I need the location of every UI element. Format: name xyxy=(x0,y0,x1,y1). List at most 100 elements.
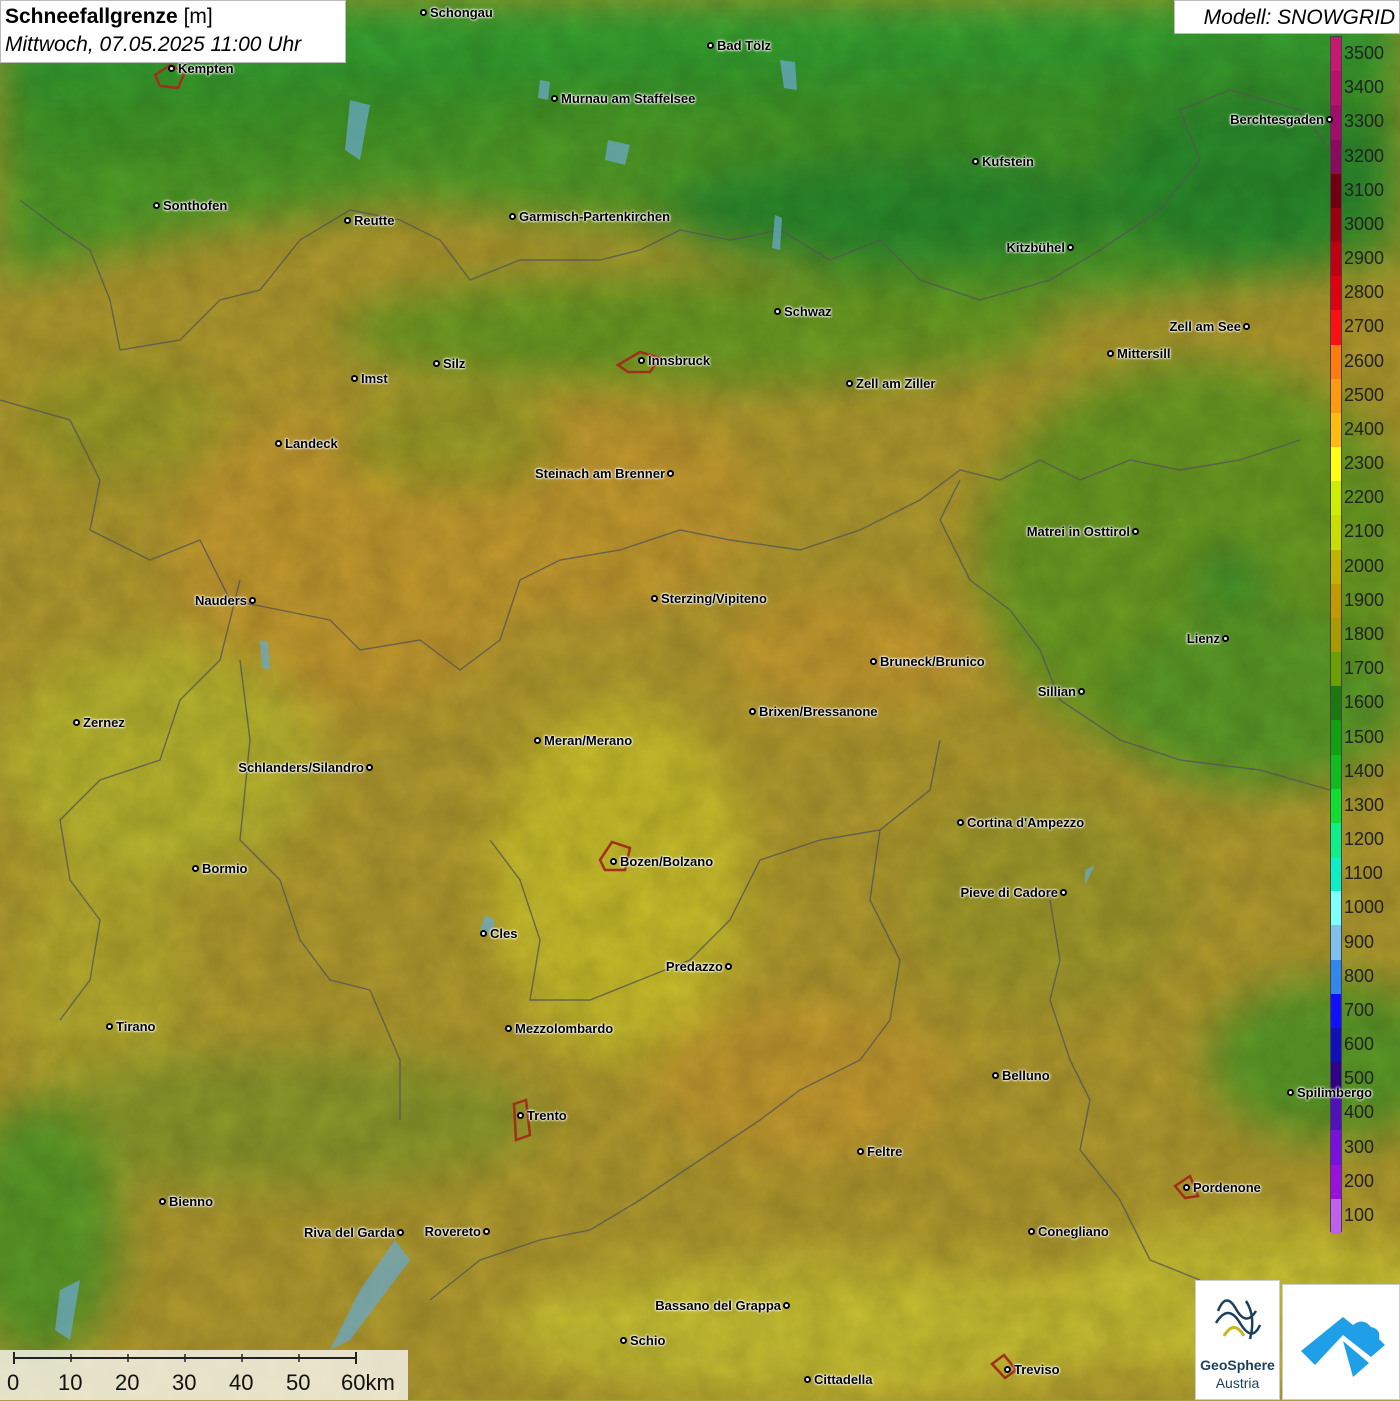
city-marker xyxy=(707,42,714,49)
city-marker xyxy=(480,930,487,937)
legend-label: 3300 xyxy=(1344,111,1385,132)
legend-label: 600 xyxy=(1344,1034,1375,1055)
scale-bar: 0 10 20 30 40 50 60km xyxy=(0,1350,408,1400)
geosphere-emblem-icon xyxy=(1214,1299,1262,1340)
city-label: Predazzo xyxy=(665,959,723,974)
city-label: Cles xyxy=(490,926,518,941)
city-label: Schongau xyxy=(430,5,493,20)
city-marker xyxy=(168,65,175,72)
legend-swatch xyxy=(1331,652,1341,688)
city-marker xyxy=(1107,350,1114,357)
legend-swatch xyxy=(1331,583,1341,619)
city-label: Mittersill xyxy=(1117,346,1171,361)
city-marker xyxy=(344,217,351,224)
city-marker xyxy=(1222,635,1229,642)
legend-label: 1200 xyxy=(1344,829,1385,850)
city-marker xyxy=(957,819,964,826)
scale-label-50: 50 xyxy=(286,1370,311,1395)
scale-label-60km: 60km xyxy=(341,1370,395,1395)
scale-label-40: 40 xyxy=(229,1370,254,1395)
city-label: Bruneck/Brunico xyxy=(880,654,985,669)
city-marker xyxy=(1132,528,1139,535)
legend-swatch xyxy=(1331,788,1341,824)
model-label: Modell: SNOWGRID xyxy=(1174,0,1400,34)
city-marker xyxy=(1060,889,1067,896)
city-label: Feltre xyxy=(867,1144,903,1159)
legend-label: 3200 xyxy=(1344,145,1385,166)
city-marker xyxy=(610,858,617,865)
city-marker xyxy=(351,375,358,382)
city-marker xyxy=(517,1112,524,1119)
city-marker xyxy=(153,202,160,209)
legend-label: 2000 xyxy=(1344,555,1385,576)
city-marker xyxy=(774,308,781,315)
city-label: Riva del Garda xyxy=(303,1225,395,1240)
city-marker xyxy=(483,1228,490,1235)
city-marker xyxy=(106,1023,113,1030)
city-label: Lienz xyxy=(1186,631,1220,646)
legend-swatch xyxy=(1331,1130,1341,1166)
logo-text-geosphere: GeoSphere xyxy=(1200,1357,1275,1373)
city-label: Bassano del Grappa xyxy=(655,1298,781,1313)
city-label: Matrei in Osttirol xyxy=(1026,524,1130,539)
variable-unit: [m] xyxy=(183,5,213,28)
city-label: Landeck xyxy=(285,436,338,451)
legend-swatch xyxy=(1331,1164,1341,1200)
city-label: Schio xyxy=(630,1333,666,1348)
legend-label: 3100 xyxy=(1344,179,1385,200)
city-marker xyxy=(804,1376,811,1383)
city-marker xyxy=(159,1198,166,1205)
city-label: Sonthofen xyxy=(163,198,228,213)
map-title-box: Schneefallgrenze [m] Mittwoch, 07.05.202… xyxy=(0,0,346,63)
legend-swatch xyxy=(1331,993,1341,1029)
city-marker xyxy=(1287,1089,1294,1096)
weather-app-logo[interactable] xyxy=(1282,1284,1400,1400)
legend-swatch xyxy=(1331,481,1341,517)
legend-swatch xyxy=(1331,925,1341,961)
color-legend: 3500 3400 3300 3200 3100 3000 2900 2800 2700 2600… xyxy=(1328,36,1400,1234)
city-label: Kitzbühel xyxy=(1006,240,1066,255)
legend-label: 1300 xyxy=(1344,794,1385,815)
scale-label-20: 20 xyxy=(115,1370,140,1395)
legend-label: 400 xyxy=(1344,1102,1375,1123)
legend-label: 100 xyxy=(1344,1204,1375,1225)
legend-swatch xyxy=(1331,310,1341,346)
city-label: Zernez xyxy=(83,715,125,730)
city-label: Zell am See xyxy=(1169,319,1241,334)
city-label: Pordenone xyxy=(1193,1180,1261,1195)
city-marker xyxy=(1243,323,1250,330)
forecast-datetime: Mittwoch, 07.05.2025 11:00 Uhr xyxy=(5,33,302,56)
city-label: Steinach am Brenner xyxy=(534,466,665,481)
city-label: Garmisch-Partenkirchen xyxy=(519,209,671,224)
legend-label: 900 xyxy=(1344,931,1375,952)
city-marker xyxy=(972,158,979,165)
city-marker xyxy=(846,380,853,387)
legend-label: 2200 xyxy=(1344,487,1385,508)
legend-color-bar xyxy=(1330,36,1342,1234)
geosphere-austria-logo[interactable]: GeoSphere Austria xyxy=(1195,1280,1280,1400)
city-label: Imst xyxy=(361,371,388,386)
legend-label: 3500 xyxy=(1344,43,1385,64)
city-marker xyxy=(509,213,516,220)
city-label: Berchtesgaden xyxy=(1230,112,1324,127)
legend-swatch xyxy=(1331,1027,1341,1064)
city-label: Trento xyxy=(527,1108,567,1123)
city-label: Sterzing/Vipiteno xyxy=(661,591,767,606)
legend-label: 700 xyxy=(1344,999,1375,1020)
city-label: Cortina d'Ampezzo xyxy=(967,815,1085,830)
city-marker xyxy=(192,865,199,872)
city-label: Silz xyxy=(443,356,466,371)
city-marker xyxy=(857,1148,864,1155)
city-marker xyxy=(420,9,427,16)
legend-label: 3400 xyxy=(1344,77,1385,98)
legend-label: 200 xyxy=(1344,1170,1375,1191)
scale-label-10: 10 xyxy=(58,1370,83,1395)
city-label: Spilimbergo xyxy=(1297,1085,1373,1100)
city-marker xyxy=(397,1229,404,1236)
legend-swatch xyxy=(1331,857,1341,893)
city-marker xyxy=(249,597,256,604)
city-marker xyxy=(725,963,732,970)
legend-swatch xyxy=(1331,447,1341,483)
legend-swatch xyxy=(1331,207,1341,243)
legend-label: 2900 xyxy=(1344,248,1385,269)
